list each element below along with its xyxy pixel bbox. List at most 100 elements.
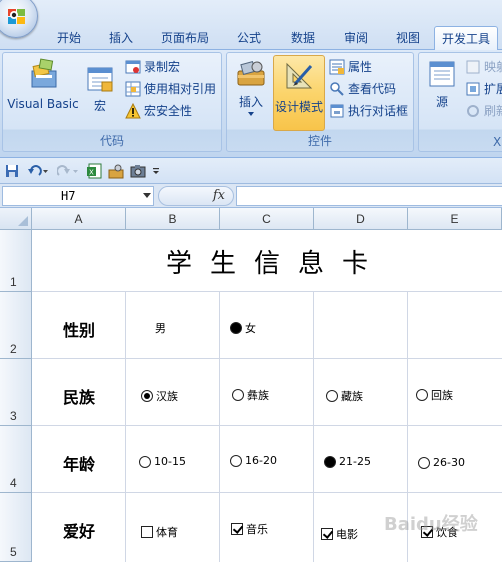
radio-icon[interactable] xyxy=(232,389,244,401)
undo-button[interactable] xyxy=(25,162,51,180)
map-properties-button[interactable]: 映射 xyxy=(465,57,502,77)
radio-icon[interactable] xyxy=(418,456,430,469)
row-header-4[interactable]: 4 xyxy=(0,426,32,493)
tab-insert[interactable]: 插入 xyxy=(94,26,148,50)
run-dialog-button[interactable]: 执行对话框 xyxy=(329,101,408,121)
checkbox-checked-icon[interactable] xyxy=(321,528,333,540)
save-button[interactable] xyxy=(3,162,21,180)
formula-bar: H7 fx xyxy=(0,184,502,208)
age-option-16-20-label: 16-20 xyxy=(245,454,277,467)
group-xml-label: XI xyxy=(493,135,502,149)
ethnicity-option-tibetan[interactable]: 藏族 xyxy=(326,388,363,404)
age-option-26-30[interactable]: 26-30 xyxy=(418,456,465,469)
tab-formulas[interactable]: 公式 xyxy=(222,26,276,50)
tab-developer[interactable]: 开发工具 xyxy=(434,26,498,50)
age-option-16-20[interactable]: 16-20 xyxy=(230,454,277,467)
redo-icon xyxy=(57,164,78,176)
run-dialog-label: 执行对话框 xyxy=(348,104,409,118)
radio-selected-icon[interactable] xyxy=(230,322,242,334)
customize-qat-button[interactable] xyxy=(151,162,161,180)
row-header-1[interactable]: 1 xyxy=(0,230,32,292)
view-code-label: 查看代码 xyxy=(348,82,397,96)
column-header-d[interactable]: D xyxy=(314,208,408,230)
view-code-button[interactable]: 查看代码 xyxy=(329,79,396,99)
radio-selected-icon[interactable] xyxy=(324,455,336,468)
expansion-packs-label: 扩展 xyxy=(484,82,502,96)
record-macro-button[interactable]: 录制宏 xyxy=(125,57,180,77)
ethnicity-option-yi[interactable]: 彝族 xyxy=(232,387,269,403)
row-header-3[interactable]: 3 xyxy=(0,359,32,426)
ethnicity-option-tibetan-label: 藏族 xyxy=(341,390,363,403)
radio-icon[interactable] xyxy=(326,390,338,402)
row-header-5[interactable]: 5 xyxy=(0,493,32,562)
visual-basic-icon xyxy=(31,58,57,88)
hobby-option-sports[interactable]: 体育 xyxy=(141,524,178,540)
column-header-a[interactable]: A xyxy=(32,208,126,230)
macros-icon xyxy=(87,67,113,92)
gridline xyxy=(313,291,314,562)
formula-bar-splitter[interactable]: fx xyxy=(158,186,234,206)
gender-option-male-label: 男 xyxy=(155,322,166,335)
design-mode-icon xyxy=(286,62,313,89)
radio-selected-icon[interactable] xyxy=(141,390,153,402)
excel-icon-button[interactable]: X xyxy=(85,162,103,180)
tab-page-layout[interactable]: 页面布局 xyxy=(148,26,222,50)
macros-button[interactable]: 宏 xyxy=(83,65,117,114)
row-header-4-label: 4 xyxy=(10,476,17,490)
radio-icon[interactable] xyxy=(230,454,242,467)
save-icon xyxy=(6,164,18,177)
column-header-e[interactable]: E xyxy=(408,208,502,230)
expansion-packs-button[interactable]: 扩展 xyxy=(465,79,502,99)
insert-function-button[interactable]: fx xyxy=(213,188,225,203)
column-header-c[interactable]: C xyxy=(220,208,314,230)
xml-source-button[interactable]: 源 xyxy=(425,59,459,110)
group-xml: 源 映射 扩展 刷新 XI xyxy=(418,52,502,152)
hobby-option-movies[interactable]: 电影 xyxy=(321,526,358,542)
office-button[interactable] xyxy=(0,0,38,38)
gridline xyxy=(32,358,502,359)
gender-option-male[interactable]: 男 xyxy=(155,320,166,336)
column-header-b[interactable]: B xyxy=(126,208,220,230)
age-option-21-25[interactable]: 21-25 xyxy=(324,455,371,468)
row-header-5-label: 5 xyxy=(10,545,17,559)
ribbon-tabs: 开始 插入 页面布局 公式 数据 审阅 视图 开发工具 xyxy=(44,26,498,50)
radio-icon[interactable] xyxy=(139,455,151,468)
design-mode-button[interactable]: 设计模式 xyxy=(273,55,325,131)
gridline xyxy=(219,291,220,562)
controls-toolbox-button[interactable] xyxy=(107,162,125,180)
radio-icon[interactable] xyxy=(416,389,428,401)
properties-button[interactable]: 属性 xyxy=(329,57,372,77)
ethnicity-option-han[interactable]: 汉族 xyxy=(141,388,178,404)
macro-security-button[interactable]: 宏安全性 xyxy=(125,101,192,121)
gender-option-female-label: 女 xyxy=(245,322,256,335)
refresh-data-button[interactable]: 刷新 xyxy=(465,101,502,121)
ethnicity-label: 民族 xyxy=(62,388,95,407)
relative-reference-button[interactable]: 使用相对引用 xyxy=(125,79,216,99)
row-header-2[interactable]: 2 xyxy=(0,292,32,359)
checkbox-icon[interactable] xyxy=(141,526,153,538)
tab-home[interactable]: 开始 xyxy=(44,26,94,50)
group-controls-label: 控件 xyxy=(307,134,332,148)
age-option-10-15[interactable]: 10-15 xyxy=(139,455,186,468)
quick-access-toolbar: X xyxy=(0,158,502,184)
camera-button[interactable] xyxy=(129,162,147,180)
tab-view[interactable]: 视图 xyxy=(382,26,434,50)
age-option-10-15-label: 10-15 xyxy=(154,455,186,468)
insert-control-button[interactable]: 插入 xyxy=(231,57,271,116)
undo-icon xyxy=(28,164,48,176)
select-all-button[interactable] xyxy=(0,208,32,230)
gender-option-female[interactable]: 女 xyxy=(230,320,256,336)
checkbox-checked-icon[interactable] xyxy=(231,523,243,535)
visual-basic-button[interactable]: Visual Basic xyxy=(5,57,81,111)
office-logo-icon xyxy=(8,9,25,24)
tab-review[interactable]: 审阅 xyxy=(330,26,382,50)
worksheet: A B C D E 1 2 3 4 5 学生信息卡 性别 男 女 民族 汉族 彝… xyxy=(0,208,502,562)
tab-data[interactable]: 数据 xyxy=(276,26,330,50)
hobby-option-music[interactable]: 音乐 xyxy=(231,521,268,537)
name-box-dropdown-icon[interactable] xyxy=(143,193,151,198)
camera-icon xyxy=(130,164,146,177)
ethnicity-option-hui[interactable]: 回族 xyxy=(416,387,453,403)
name-box[interactable]: H7 xyxy=(2,186,154,206)
gender-label: 性别 xyxy=(62,321,95,340)
formula-input[interactable] xyxy=(236,186,502,206)
